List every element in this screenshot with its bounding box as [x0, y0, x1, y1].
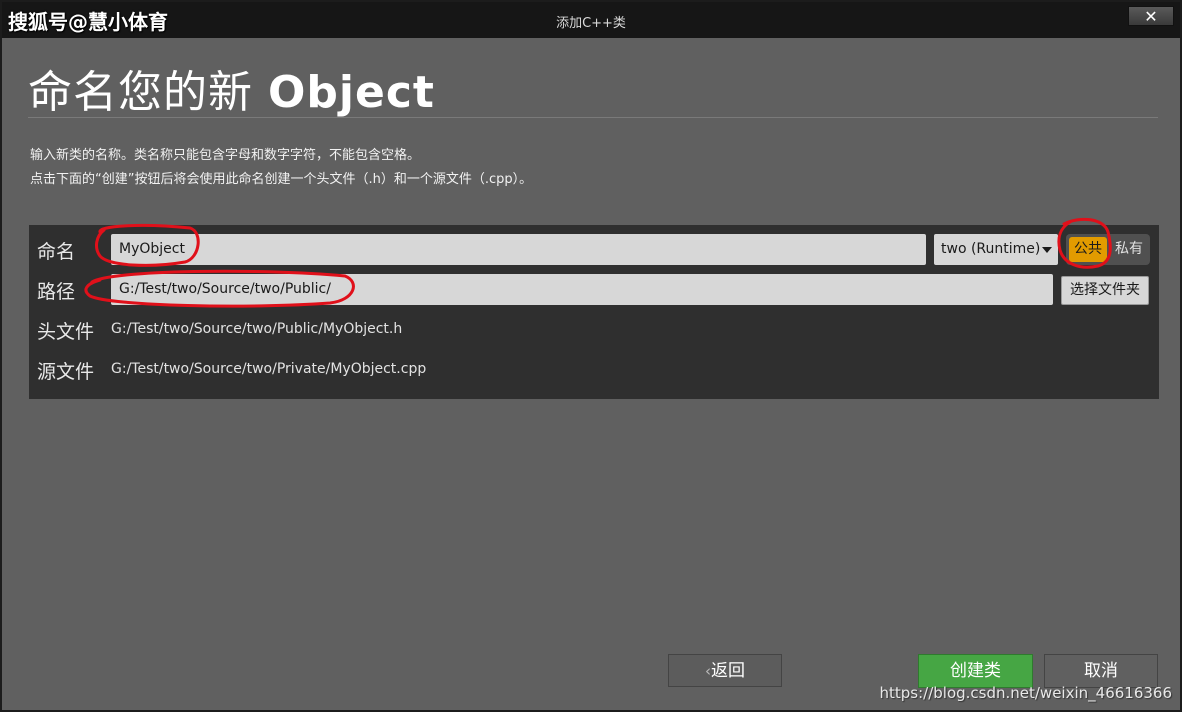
back-button-label: 返回	[711, 661, 745, 681]
create-class-button[interactable]: 创建类	[918, 654, 1033, 688]
cancel-button[interactable]: 取消	[1044, 654, 1158, 688]
watermark-top: 搜狐号@慧小体育	[8, 10, 168, 34]
name-label: 命名	[37, 241, 76, 263]
description-line-2: 点击下面的“创建”按钮后将会使用此命名创建一个头文件（.h）和一个源文件（.cp…	[30, 172, 533, 187]
class-name-input[interactable]: MyObject	[111, 234, 926, 265]
public-option[interactable]: 公共	[1069, 237, 1107, 262]
choose-folder-button[interactable]: 选择文件夹	[1061, 276, 1149, 305]
module-dropdown[interactable]: two (Runtime)	[934, 234, 1058, 265]
visibility-toggle: 公共 私有	[1066, 234, 1150, 265]
page-title-class: Object	[268, 67, 435, 118]
back-button[interactable]: ‹返回	[668, 654, 782, 687]
page-title-prefix: 命名您的新	[28, 67, 253, 118]
close-button[interactable]: ✕	[1128, 6, 1174, 26]
description-line-1: 输入新类的名称。类名称只能包含字母和数字字符，不能包含空格。	[30, 148, 421, 163]
source-file-label: 源文件	[37, 361, 95, 383]
window-title: 添加C++类	[556, 16, 626, 31]
caret-down-icon	[1042, 247, 1052, 253]
module-dropdown-value: two (Runtime)	[941, 241, 1041, 257]
path-label: 路径	[37, 281, 76, 303]
header-file-path: G:/Test/two/Source/two/Public/MyObject.h	[111, 321, 403, 337]
source-file-path: G:/Test/two/Source/two/Private/MyObject.…	[111, 361, 427, 377]
title-bar[interactable]: 添加C++类 ✕	[2, 2, 1180, 38]
watermark-bottom: https://blog.csdn.net/weixin_46616366	[879, 684, 1172, 702]
private-option[interactable]: 私有	[1110, 237, 1148, 262]
path-input[interactable]: G:/Test/two/Source/two/Public/	[111, 274, 1053, 305]
heading-divider	[28, 117, 1158, 118]
page-title: 命名您的新 Object	[28, 56, 435, 120]
class-settings-panel: 命名 MyObject two (Runtime) 公共 私有 路径 G:/Te…	[29, 225, 1159, 399]
header-file-label: 头文件	[37, 321, 95, 343]
